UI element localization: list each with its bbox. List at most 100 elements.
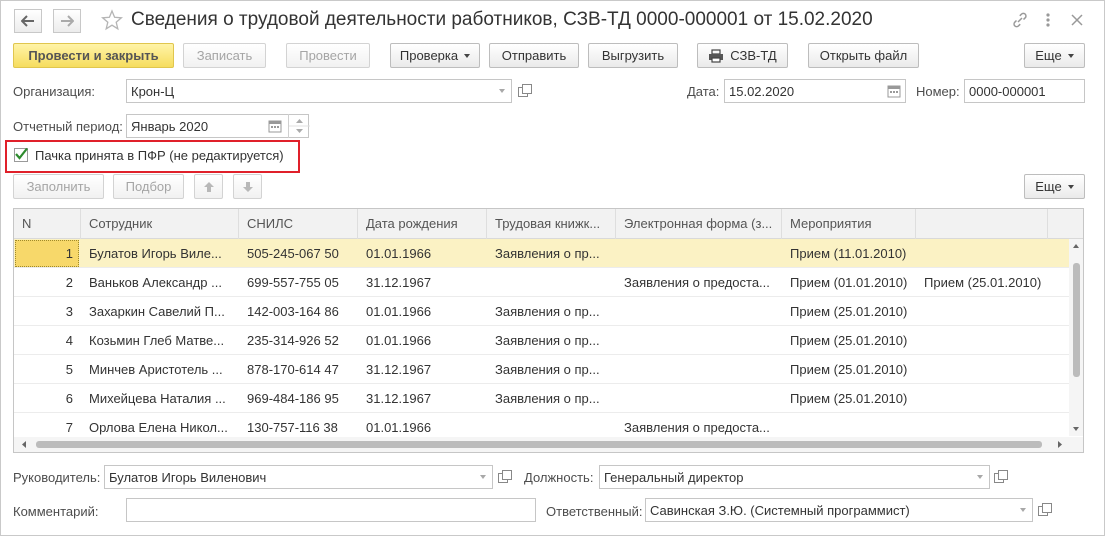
cell-col-employee: Минчев Аристотель ... <box>89 362 223 377</box>
table-row[interactable]: 4 Козьмин Глеб Матве... 235-314-926 52 01.0… <box>14 326 1071 355</box>
number-field[interactable]: 0000-000001 <box>964 79 1085 103</box>
post-and-close-button[interactable]: Провести и закрыть <box>13 43 174 68</box>
cell-col-snils: 505-245-067 50 <box>247 246 339 261</box>
close-icon[interactable] <box>1068 11 1086 29</box>
dropdown-arrow-icon <box>1020 508 1026 512</box>
cell-col-e-form <box>616 384 782 413</box>
accepted-checkbox[interactable] <box>14 147 28 162</box>
forward-button[interactable] <box>53 9 81 33</box>
move-up-button[interactable] <box>194 174 223 199</box>
link-icon[interactable] <box>1011 11 1029 29</box>
head-label: Руководитель: <box>13 470 101 485</box>
vertical-scrollbar[interactable] <box>1069 239 1083 436</box>
cell-col-extra: Прием (25.01.2010) <box>924 275 1042 290</box>
cell-col-extra <box>916 326 1048 355</box>
responsible-dropdown-button[interactable] <box>1013 498 1033 522</box>
cell-col-e-form <box>616 297 782 326</box>
vertical-scroll-thumb[interactable] <box>1073 263 1080 377</box>
cell-col-n: 3 <box>65 304 73 319</box>
save-button[interactable]: Записать <box>183 43 266 68</box>
table-more-button[interactable]: Еще <box>1024 174 1085 199</box>
responsible-label: Ответственный: <box>546 504 643 519</box>
spinner-arrows-icon <box>289 119 310 133</box>
cell-col-n: 6 <box>65 391 73 406</box>
printer-icon <box>709 48 724 63</box>
header-col-snils[interactable]: СНИЛС <box>239 209 358 239</box>
scroll-up-icon <box>1073 244 1079 248</box>
open-responsible-icon[interactable] <box>1037 502 1053 518</box>
check-label: Проверка <box>399 48 459 63</box>
header-col-events[interactable]: Мероприятия <box>782 209 916 239</box>
cell-col-n: 5 <box>65 362 73 377</box>
date-field[interactable]: 15.02.2020 <box>724 79 906 103</box>
header-col-employee[interactable]: Сотрудник <box>81 209 239 239</box>
post-button[interactable]: Провести <box>286 43 370 68</box>
header-col-workbook[interactable]: Трудовая книжк... <box>487 209 616 239</box>
position-label: Должность: <box>524 470 594 485</box>
org-dropdown-button[interactable] <box>492 79 512 103</box>
cell-col-employee: Захаркин Савелий П... <box>89 304 225 319</box>
table-row[interactable]: 1 Булатов Игорь Виле... 505-245-067 50 01.0… <box>14 239 1071 268</box>
position-dropdown-button[interactable] <box>970 465 990 489</box>
table-header: N Сотрудник СНИЛС Дата рождения Трудовая кни… <box>14 209 1083 239</box>
period-label: Отчетный период: <box>13 119 123 134</box>
org-field[interactable]: Крон-Ц <box>126 79 512 103</box>
scroll-right-icon <box>1058 441 1062 448</box>
print-szv-button[interactable]: СЗВ-ТД <box>697 43 788 68</box>
calendar-icon[interactable] <box>268 119 282 133</box>
cell-col-workbook: Заявления о пр... <box>495 304 600 319</box>
employees-table: N Сотрудник СНИЛС Дата рождения Трудовая кни… <box>13 208 1084 453</box>
cell-col-birthdate: 01.01.1966 <box>366 246 432 261</box>
dropdown-arrow-icon <box>499 89 505 93</box>
star-icon[interactable] <box>101 9 123 31</box>
check-dropdown-button[interactable]: Проверка <box>390 43 480 68</box>
chevron-down-icon <box>1067 184 1074 189</box>
position-field[interactable]: Генеральный директор <box>599 465 990 489</box>
header-col-e-form[interactable]: Электронная форма (з... <box>616 209 782 239</box>
open-file-button[interactable]: Открыть файл <box>808 43 919 68</box>
header-col-birthdate[interactable]: Дата рождения <box>358 209 487 239</box>
open-position-icon[interactable] <box>993 469 1009 485</box>
cell-col-events: Прием (25.01.2010) <box>790 333 908 348</box>
cell-col-birthdate: 01.01.1966 <box>366 304 432 319</box>
open-org-icon[interactable] <box>517 83 533 99</box>
horizontal-scrollbar[interactable] <box>14 437 1083 452</box>
cell-col-extra <box>916 239 1048 268</box>
header-col-extra[interactable] <box>916 209 1048 239</box>
table-row[interactable]: 2 Ваньков Александр ... 699-557-755 05 31.1… <box>14 268 1071 297</box>
back-button[interactable] <box>14 9 42 33</box>
dropdown-arrow-icon <box>480 475 486 479</box>
horizontal-scroll-thumb[interactable] <box>36 441 1042 448</box>
cell-col-events: Прием (11.01.2010) <box>790 246 907 261</box>
responsible-field[interactable]: Савинская З.Ю. (Системный программист) <box>645 498 1033 522</box>
cell-col-n: 4 <box>65 333 73 348</box>
header-col-n[interactable]: N <box>14 209 81 239</box>
period-spinner[interactable] <box>288 114 310 138</box>
head-field[interactable]: Булатов Игорь Виленович <box>104 465 493 489</box>
cell-col-workbook: Заявления о пр... <box>495 246 600 261</box>
cell-col-e-form <box>616 355 782 384</box>
send-button[interactable]: Отправить <box>489 43 579 68</box>
open-head-icon[interactable] <box>497 469 513 485</box>
select-button[interactable]: Подбор <box>113 174 184 199</box>
table-row[interactable]: 6 Михейцева Наталия ... 969-484-186 95 31.1… <box>14 384 1071 413</box>
cell-col-snils: 969-484-186 95 <box>247 391 339 406</box>
fill-button[interactable]: Заполнить <box>13 174 104 199</box>
cell-col-extra <box>916 384 1048 413</box>
more-vertical-icon[interactable] <box>1039 11 1057 29</box>
head-dropdown-button[interactable] <box>473 465 493 489</box>
back-arrow-icon <box>21 15 34 27</box>
comment-field[interactable] <box>126 498 536 522</box>
cell-col-birthdate: 01.01.1966 <box>366 333 432 348</box>
accepted-label: Пачка принята в ПФР (не редактируется) <box>35 148 284 163</box>
upload-button[interactable]: Выгрузить <box>588 43 678 68</box>
calendar-icon[interactable] <box>887 84 901 98</box>
print-szv-label: СЗВ-ТД <box>730 48 777 63</box>
number-value: 0000-000001 <box>969 83 1046 99</box>
move-down-button[interactable] <box>233 174 262 199</box>
cell-col-birthdate: 31.12.1967 <box>366 275 432 290</box>
scroll-down-icon <box>1073 427 1079 431</box>
more-button[interactable]: Еще <box>1024 43 1085 68</box>
table-row[interactable]: 5 Минчев Аристотель ... 878-170-614 47 31.1… <box>14 355 1071 384</box>
table-row[interactable]: 3 Захаркин Савелий П... 142-003-164 86 01.0… <box>14 297 1071 326</box>
